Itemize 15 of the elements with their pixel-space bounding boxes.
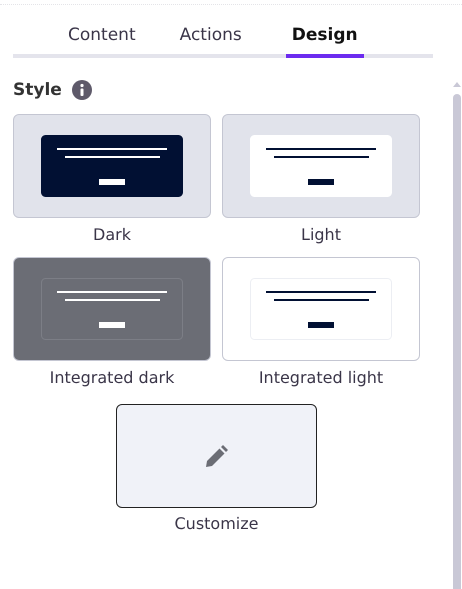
style-option[interactable] [222, 257, 420, 361]
style-option[interactable] [222, 114, 420, 218]
info-icon[interactable] [72, 80, 92, 100]
tab[interactable]: Design [286, 21, 364, 58]
option-label: Dark [93, 225, 131, 244]
tab[interactable]: Content [68, 21, 136, 58]
option-label: Customize [174, 514, 258, 533]
section-title: Style [13, 80, 62, 100]
option-label: Integrated light [258, 368, 384, 387]
option-label: Integrated dark [50, 368, 174, 387]
scrollbar-thumb[interactable] [453, 94, 461, 589]
style-option[interactable] [13, 114, 211, 218]
tab[interactable]: Actions [180, 21, 242, 58]
option-label: Light [301, 225, 341, 244]
customize-option[interactable] [116, 404, 317, 508]
